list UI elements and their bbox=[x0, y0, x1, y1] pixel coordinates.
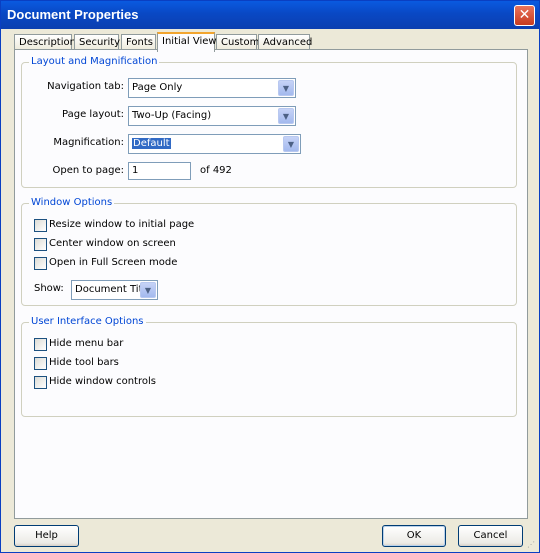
hide-window-controls-label: Hide window controls bbox=[49, 376, 156, 387]
page-count-text: of 492 bbox=[200, 165, 232, 176]
window-title: Document Properties bbox=[7, 7, 139, 22]
magnification-label: Magnification: bbox=[53, 137, 124, 148]
magnification-value: Default bbox=[132, 138, 171, 149]
window-options-title: Window Options bbox=[29, 197, 115, 208]
open-to-page-input[interactable]: 1 bbox=[128, 162, 191, 180]
open-to-page-label: Open to page: bbox=[52, 165, 124, 176]
checkbox-box[interactable] bbox=[34, 257, 47, 270]
title-bar[interactable]: Document Properties ✕ bbox=[1, 1, 539, 29]
checkbox-box[interactable] bbox=[34, 357, 47, 370]
center-window-label: Center window on screen bbox=[49, 238, 176, 249]
page-layout-select[interactable]: Two-Up (Facing) ▼ bbox=[128, 106, 296, 126]
checkbox-box[interactable] bbox=[34, 238, 47, 251]
layout-magnification-group: Layout and Magnification Navigation tab:… bbox=[21, 56, 517, 188]
page-layout-value: Two-Up (Facing) bbox=[132, 110, 212, 121]
ok-button[interactable]: OK bbox=[382, 525, 446, 547]
show-select[interactable]: Document Title ▼ bbox=[71, 280, 158, 300]
hide-tool-bars-label: Hide tool bars bbox=[49, 357, 119, 368]
page-layout-label: Page layout: bbox=[62, 109, 124, 120]
chevron-down-icon[interactable]: ▼ bbox=[140, 282, 156, 298]
chevron-down-icon[interactable]: ▼ bbox=[278, 80, 294, 96]
help-button[interactable]: Help bbox=[14, 525, 79, 547]
open-to-page-value: 1 bbox=[132, 165, 139, 176]
resize-grip-icon[interactable]: ⋰ bbox=[527, 540, 537, 550]
ui-options-title: User Interface Options bbox=[29, 316, 146, 327]
document-properties-dialog: Document Properties ✕ Description Securi… bbox=[0, 0, 540, 553]
initial-view-panel: Layout and Magnification Navigation tab:… bbox=[14, 49, 528, 519]
close-icon: ✕ bbox=[518, 7, 531, 23]
cancel-button[interactable]: Cancel bbox=[458, 525, 523, 547]
close-button[interactable]: ✕ bbox=[514, 5, 535, 26]
layout-magnification-title: Layout and Magnification bbox=[29, 56, 160, 67]
navigation-tab-value: Page Only bbox=[132, 82, 183, 93]
checkbox-box[interactable] bbox=[34, 338, 47, 351]
full-screen-label: Open in Full Screen mode bbox=[49, 257, 178, 268]
navigation-tab-label: Navigation tab: bbox=[47, 81, 124, 92]
resize-window-label: Resize window to initial page bbox=[49, 219, 195, 230]
ui-options-group: User Interface Options Hide menu bar Hid… bbox=[21, 316, 517, 417]
checkbox-box[interactable] bbox=[34, 376, 47, 389]
chevron-down-icon[interactable]: ▼ bbox=[283, 136, 299, 152]
chevron-down-icon[interactable]: ▼ bbox=[278, 108, 294, 124]
navigation-tab-select[interactable]: Page Only ▼ bbox=[128, 78, 296, 98]
show-label: Show: bbox=[34, 283, 64, 294]
hide-menu-bar-label: Hide menu bar bbox=[49, 338, 124, 349]
tab-initial-view[interactable]: Initial View bbox=[157, 32, 217, 52]
magnification-select[interactable]: Default ▼ bbox=[128, 134, 301, 154]
checkbox-box[interactable] bbox=[34, 219, 47, 232]
window-options-group: Window Options Resize window to initial … bbox=[21, 197, 517, 306]
